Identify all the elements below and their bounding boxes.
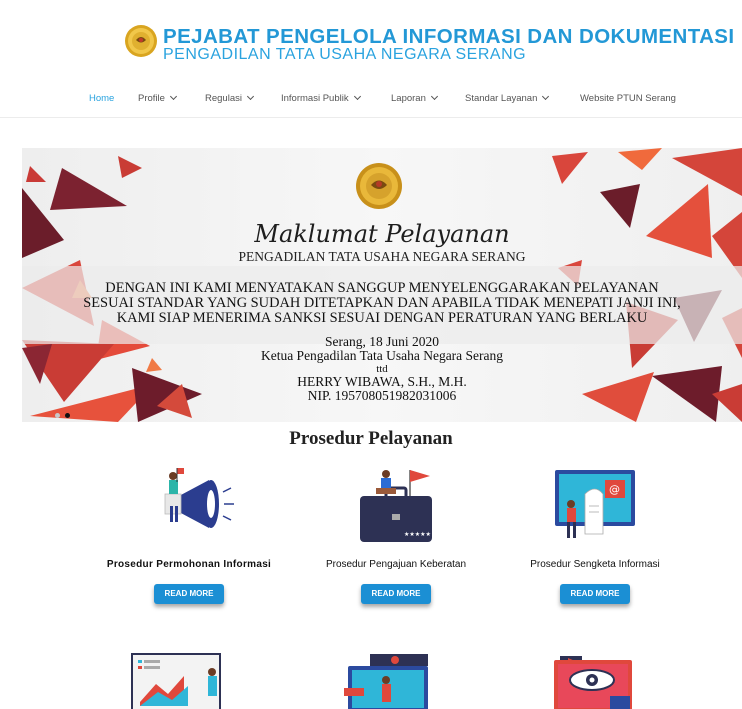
hero-slider[interactable]: Maklumat Pelayanan PENGADILAN TATA USAHA… xyxy=(22,148,742,422)
slider-pagination xyxy=(55,405,71,422)
section-title: Prosedur Pelayanan xyxy=(289,428,453,449)
megaphone-illustration-icon xyxy=(164,468,234,528)
maklumat-title: Maklumat Pelayanan xyxy=(254,220,510,248)
court-emblem-icon[interactable] xyxy=(124,24,158,58)
nav-home[interactable]: Home xyxy=(89,93,114,104)
slider-dot-active[interactable] xyxy=(65,413,71,418)
card-title: Prosedur Sengketa Informasi xyxy=(530,559,660,570)
slider-dot[interactable] xyxy=(55,413,60,418)
svg-text:@: @ xyxy=(609,483,620,496)
nav-profile-label: Profile xyxy=(138,93,165,104)
chevron-down-icon xyxy=(246,92,255,101)
card-title: Prosedur Pengajuan Keberatan xyxy=(325,559,467,570)
briefcase-illustration-icon: ★★★★★ xyxy=(360,470,432,542)
nav-website-ptun-label: Website PTUN Serang xyxy=(580,93,676,104)
maklumat-statement-line: KAMI SIAP MENERIMA SANKSI SESUAI DENGAN … xyxy=(116,310,648,326)
chevron-down-icon xyxy=(430,92,438,101)
maklumat-court-name: PENGADILAN TATA USAHA NEGARA SERANG xyxy=(238,249,526,264)
card-title: Prosedur Permohonan Informasi xyxy=(106,559,272,570)
procedure-card: @ Prosedur Sengketa Informasi READ MORE xyxy=(495,466,695,604)
nav-standar-layanan-label: Standar Layanan xyxy=(465,93,538,104)
main-navigation: Home Profile Regulasi Informasi Publik L… xyxy=(0,88,742,110)
chevron-down-icon xyxy=(169,92,177,101)
presentation-chart-illustration-icon xyxy=(131,653,221,709)
nav-laporan[interactable]: Laporan xyxy=(391,92,438,104)
nav-standar-layanan[interactable]: Standar Layanan xyxy=(465,92,550,104)
read-more-button[interactable]: READ MORE xyxy=(560,584,630,604)
nav-informasi-publik[interactable]: Informasi Publik xyxy=(281,92,361,104)
site-header: PEJABAT PENGELOLA INFORMASI DAN DOKUMENT… xyxy=(0,0,742,118)
maklumat-text-band: DENGAN INI KAMI MENYATAKAN SANGGUP MENYE… xyxy=(22,266,742,344)
nav-home-label: Home xyxy=(89,93,115,104)
monitor-marketing-illustration-icon xyxy=(344,654,428,709)
site-subtitle: PENGADILAN TATA USAHA NEGARA SERANG xyxy=(163,46,527,63)
place-date: Serang, 18 Juni 2020 xyxy=(325,334,439,349)
court-emblem-icon xyxy=(356,163,402,209)
read-more-button[interactable]: READ MORE xyxy=(154,584,224,604)
procedure-card: Prosedur Permohonan Informasi READ MORE xyxy=(89,466,289,604)
signatory-position: Ketua Pengadilan Tata Usaha Negara Seran… xyxy=(260,348,504,363)
chevron-down-icon xyxy=(542,92,550,101)
monitor-email-illustration-icon: @ xyxy=(555,470,635,538)
chevron-down-icon xyxy=(353,92,361,101)
nav-website-ptun[interactable]: Website PTUN Serang xyxy=(580,93,676,104)
nav-profile[interactable]: Profile xyxy=(138,92,177,104)
nav-regulasi-label: Regulasi xyxy=(205,93,242,104)
read-more-button[interactable]: READ MORE xyxy=(361,584,431,604)
signatory-nip: NIP. 195708051982031006 xyxy=(307,388,457,403)
signature-block: Serang, 18 Juni 2020 Ketua Pengadilan Ta… xyxy=(22,335,742,403)
procedure-card: ★★★★★ Prosedur Pengajuan Keberatan READ … xyxy=(296,466,496,604)
svg-text:★★★★★: ★★★★★ xyxy=(404,531,431,538)
nav-regulasi[interactable]: Regulasi xyxy=(205,92,255,104)
nav-informasi-publik-label: Informasi Publik xyxy=(281,93,349,104)
signatory-name: HERRY WIBAWA, S.H., M.H. xyxy=(297,374,467,389)
monitor-eye-illustration-icon xyxy=(554,656,632,709)
nav-laporan-label: Laporan xyxy=(391,93,426,104)
